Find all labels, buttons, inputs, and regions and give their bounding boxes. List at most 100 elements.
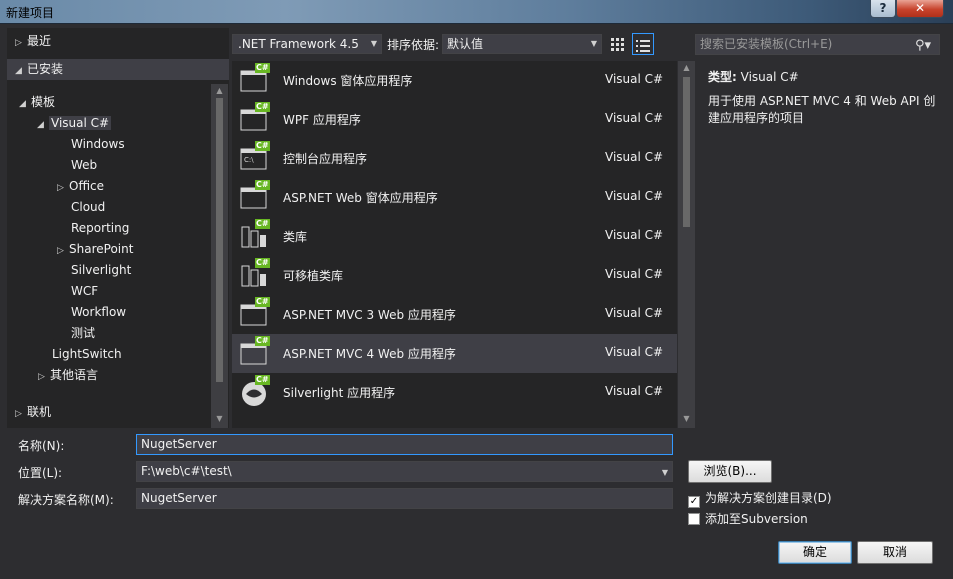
template-name: 类库 [283,230,308,244]
chevron-down-icon: ▼ [590,39,597,48]
title-bar: 新建项目 ? ✕ [0,0,953,24]
tree-item-silverlight[interactable]: Silverlight [71,260,131,281]
expand-arrow-icon: ▷ [38,372,45,382]
details-panel: 类型: Visual C# 用于使用 ASP.NET MVC 4 和 Web A… [700,62,943,428]
template-language: Visual C# [605,150,664,164]
template-language: Visual C# [605,345,664,359]
template-name: ASP.NET Web 窗体应用程序 [283,191,438,205]
template-language: Visual C# [605,267,664,281]
portable-library-icon: C# [240,258,270,290]
cancel-button[interactable]: 取消 [857,541,933,564]
tree-item-sharepoint[interactable]: ▷ SharePoint [57,239,133,260]
template-language: Visual C# [605,72,664,86]
list-view-button[interactable] [632,33,654,55]
template-list-scrollbar[interactable]: ▲ ▼ [678,61,695,428]
search-icon[interactable]: ⚲▾ [915,36,931,55]
console-icon: C# C:\ [240,141,270,173]
checkbox-checked-icon: ✓ [688,496,700,508]
template-name: Windows 窗体应用程序 [283,74,413,88]
tree-item-templates[interactable]: ◢ 模板 [19,92,55,113]
tree-item-web[interactable]: Web [71,155,97,176]
web-forms-icon: C# [240,180,270,212]
template-type: 类型: Visual C# [708,70,799,84]
expand-arrow-icon: ▷ [15,409,22,419]
scroll-up-icon[interactable]: ▲ [211,86,228,95]
template-item[interactable]: C# 可移植类库 Visual C# [232,256,677,295]
scroll-thumb[interactable] [683,77,690,227]
tree-item-recent[interactable]: ▷ 最近 [15,31,51,52]
scroll-thumb[interactable] [216,98,223,382]
tree-item-workflow[interactable]: Workflow [71,302,126,323]
solution-label: 解决方案名称(M): [18,493,114,507]
framework-dropdown[interactable]: .NET Framework 4.5 ▼ [232,34,382,54]
scroll-down-icon[interactable]: ▼ [211,414,228,423]
expand-arrow-icon: ▷ [57,246,64,256]
add-subversion-checkbox[interactable]: 添加至Subversion [688,511,808,527]
tree-item-test[interactable]: 测试 [71,323,95,344]
template-name: Silverlight 应用程序 [283,386,396,400]
wpf-icon: C# [240,102,270,134]
collapse-arrow-icon: ◢ [19,99,26,109]
window-title: 新建项目 [6,6,55,20]
scroll-up-icon[interactable]: ▲ [678,63,695,72]
template-name: 可移植类库 [283,269,344,283]
template-language: Visual C# [605,111,664,125]
template-item[interactable]: C# C:\ 控制台应用程序 Visual C# [232,139,677,178]
template-name: ASP.NET MVC 3 Web 应用程序 [283,308,456,322]
template-name: WPF 应用程序 [283,113,361,127]
template-language: Visual C# [605,306,664,320]
chevron-down-icon[interactable]: ▼ [662,463,668,482]
grid-view-icon [611,37,624,51]
tree-item-cloud[interactable]: Cloud [71,197,105,218]
mvc3-icon: C# [240,297,270,329]
chevron-down-icon: ▼ [370,39,377,48]
class-library-icon: C# [240,219,270,251]
sort-label: 排序依据: [387,38,440,52]
silverlight-icon: C# [240,375,270,407]
browse-button[interactable]: 浏览(B)... [688,460,772,483]
create-directory-checkbox[interactable]: ✓ 为解决方案创建目录(D) [688,490,832,508]
tree-item-reporting[interactable]: Reporting [71,218,129,239]
scroll-down-icon[interactable]: ▼ [678,414,695,423]
tree-item-lightswitch[interactable]: LightSwitch [52,344,122,365]
close-button[interactable]: ✕ [896,0,944,18]
tree-item-wcf[interactable]: WCF [71,281,98,302]
help-button[interactable]: ? [870,0,896,18]
solution-name-field[interactable]: NugetServer [136,488,673,509]
expand-arrow-icon: ▷ [57,183,64,193]
template-name: ASP.NET MVC 4 Web 应用程序 [283,347,456,361]
search-input[interactable]: 搜索已安装模板(Ctrl+E) ⚲▾ [695,34,940,55]
tree-item-other-languages[interactable]: ▷ 其他语言 [38,365,98,386]
grid-view-button[interactable] [607,33,629,55]
template-list: C# Windows 窗体应用程序 Visual C# C# WPF 应用程序 Visua… [232,61,677,428]
template-item[interactable]: C# Silverlight 应用程序 Visual C# [232,373,677,412]
list-view-icon [636,39,650,52]
template-item[interactable]: C# ASP.NET Web 窗体应用程序 Visual C# [232,178,677,217]
template-item[interactable]: C# 类库 Visual C# [232,217,677,256]
windows-forms-icon: C# [240,63,270,95]
tree-item-office[interactable]: ▷ Office [57,176,104,197]
tree-scrollbar[interactable]: ▲ ▼ [211,84,228,428]
tree-item-installed[interactable]: ◢ 已安装 [7,59,229,80]
tree-item-windows[interactable]: Windows [71,134,125,155]
template-item[interactable]: C# Windows 窗体应用程序 Visual C# [232,61,677,100]
template-language: Visual C# [605,384,664,398]
template-item[interactable]: C# ASP.NET MVC 3 Web 应用程序 Visual C# [232,295,677,334]
expand-arrow-icon: ▷ [15,38,22,48]
checkbox-unchecked-icon [688,513,700,525]
template-item[interactable]: C# WPF 应用程序 Visual C# [232,100,677,139]
location-label: 位置(L): [18,466,63,480]
tree-item-visual-csharp[interactable]: ◢ Visual C# [37,113,112,134]
mvc4-icon: C# [240,336,270,368]
tree-item-online[interactable]: ▷ 联机 [15,402,51,423]
location-field[interactable]: F:\web\c#\test\ ▼ [136,461,673,482]
template-tree: ▷ 最近 ◢ 已安装 ◢ 模板 ◢ Visual C# Windows Web ▷ Off… [7,28,229,428]
template-language: Visual C# [605,228,664,242]
name-field[interactable]: NugetServer [136,434,673,455]
ok-button[interactable]: 确定 [778,541,852,564]
sort-dropdown[interactable]: 默认值 ▼ [442,34,602,54]
collapse-arrow-icon: ◢ [37,120,44,130]
template-language: Visual C# [605,189,664,203]
collapse-arrow-icon: ◢ [15,66,22,76]
template-item[interactable]: C# ASP.NET MVC 4 Web 应用程序 Visual C# [232,334,677,373]
